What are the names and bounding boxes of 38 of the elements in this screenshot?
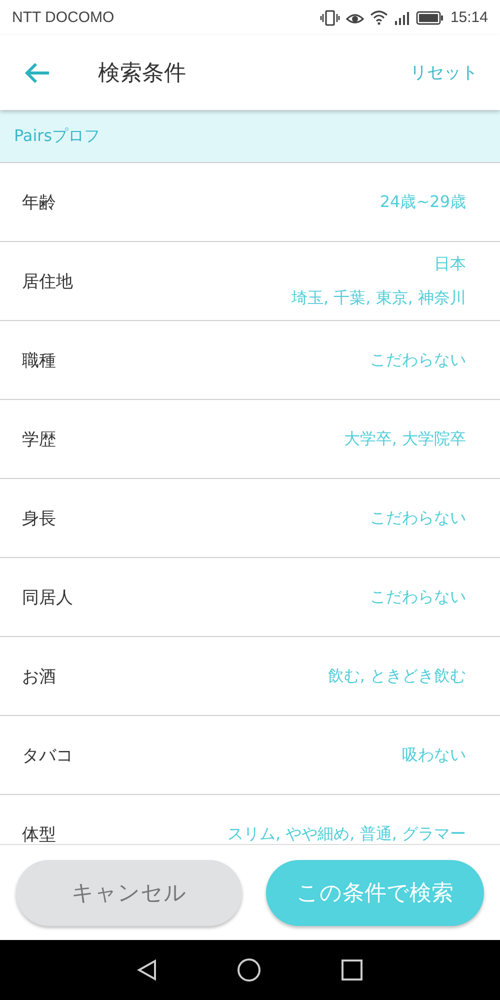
section-title: Pairsプロフ xyxy=(14,126,100,146)
filter-row[interactable]: お酒 飲む, ときどき飲む xyxy=(0,637,500,716)
signal-icon xyxy=(394,10,410,24)
filter-label: タバコ xyxy=(22,744,73,766)
filter-value: 日本 xyxy=(434,254,466,274)
filter-label: 居住地 xyxy=(22,270,73,292)
filter-label: 体型 xyxy=(22,824,56,844)
filter-value: 24歳~29歳 xyxy=(380,192,466,212)
back-icon[interactable] xyxy=(137,959,157,981)
battery-icon xyxy=(416,10,444,24)
filter-row[interactable]: 身長 こだわらない xyxy=(0,479,500,558)
filter-value: こだわらない xyxy=(370,350,466,370)
wifi-icon xyxy=(370,10,388,25)
filter-row[interactable]: 年齢 24歳~29歳 xyxy=(0,163,500,242)
filter-value: 埼玉, 千葉, 東京, 神奈川 xyxy=(291,288,466,308)
filter-row[interactable]: 同居人 こだわらない xyxy=(0,558,500,637)
filter-value: 飲む, ときどき飲む xyxy=(328,666,466,686)
filter-label: 年齢 xyxy=(22,192,56,214)
carrier-name: NTT DOCOMO xyxy=(12,9,114,26)
filter-label: 学歴 xyxy=(22,428,56,450)
filter-label: 職種 xyxy=(22,350,56,372)
filter-value: 吸わない xyxy=(402,744,466,766)
filter-value: 大学卒, 大学院卒 xyxy=(344,428,466,450)
filter-value: こだわらない xyxy=(370,586,466,608)
screen-title: 検索条件 xyxy=(98,60,187,88)
home-icon[interactable] xyxy=(237,958,261,982)
recents-icon[interactable] xyxy=(341,959,363,981)
filter-row[interactable]: 学歴 大学卒, 大学院卒 xyxy=(0,400,500,479)
filter-row[interactable]: 職種 こだわらない xyxy=(0,321,500,400)
vibrate-icon xyxy=(320,10,340,26)
filter-row[interactable]: 居住地 日本 埼玉, 千葉, 東京, 神奈川 xyxy=(0,242,500,321)
filter-row[interactable]: タバコ 吸わない xyxy=(0,716,500,795)
clock-time: 15:14 xyxy=(450,9,488,26)
filter-value: こだわらない xyxy=(370,508,466,528)
filter-label: 身長 xyxy=(22,508,56,530)
filter-value: スリム, やや細め, 普通, グラマー xyxy=(227,824,466,844)
filter-label: お酒 xyxy=(22,666,56,688)
filter-label: 同居人 xyxy=(22,586,73,608)
